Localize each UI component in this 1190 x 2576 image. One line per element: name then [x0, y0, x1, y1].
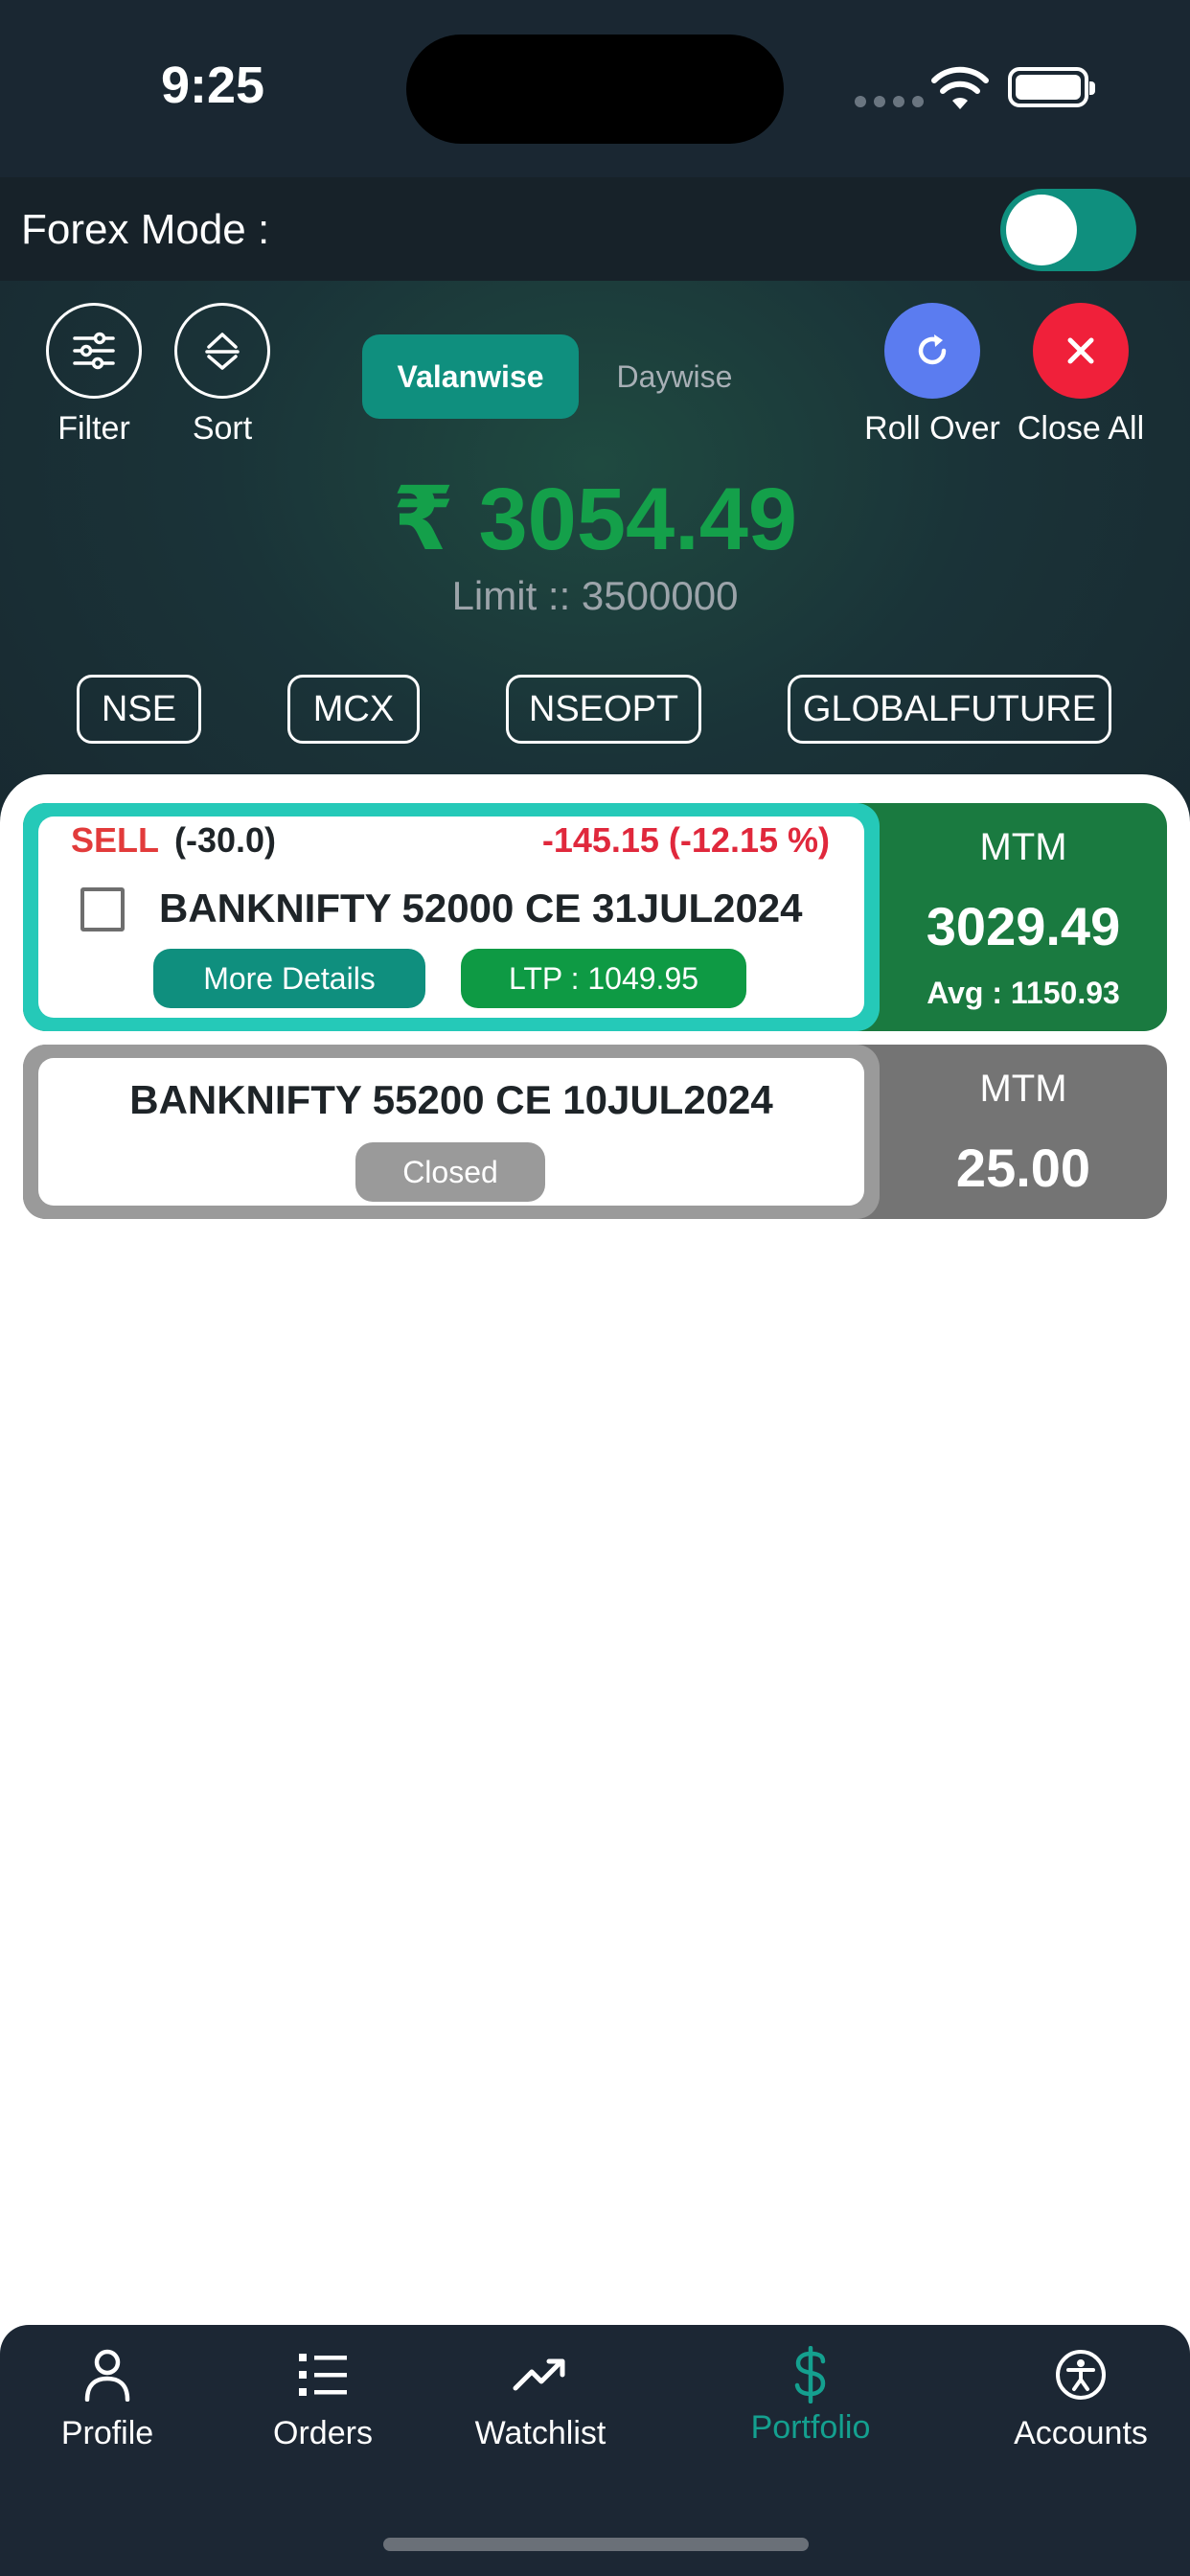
- closed-mtm-value: 25.00: [955, 1138, 1091, 1198]
- nav-label-orders: Orders: [273, 2415, 373, 2451]
- wifi-icon: [931, 66, 989, 109]
- nav-item-accounts[interactable]: Accounts: [985, 2344, 1177, 2469]
- cellular-signal-icon: [855, 96, 924, 107]
- trending-up-icon: [513, 2358, 565, 2391]
- filter-button[interactable]: [46, 303, 142, 399]
- tab-daywise[interactable]: Daywise: [594, 334, 755, 419]
- refresh-icon: [918, 334, 947, 365]
- position-qty: (-30.0): [174, 820, 277, 860]
- more-details-button[interactable]: More Details: [153, 949, 425, 1008]
- position-symbol: BANKNIFTY 52000 CE 31JUL2024: [159, 886, 803, 931]
- position-pnl: -145.15 (-12.15 %): [541, 820, 830, 860]
- sort-icon: [205, 333, 240, 370]
- exchange-chip-nseopt[interactable]: NSEOPT: [506, 675, 701, 744]
- roll-over-label: Roll Over: [864, 410, 1000, 447]
- nav-label-accounts: Accounts: [1014, 2415, 1148, 2451]
- forex-mode-bar: Forex Mode :: [0, 177, 1190, 281]
- dynamic-island: [406, 34, 784, 144]
- mtm-label: MTM: [979, 826, 1067, 868]
- close-all-button[interactable]: [1033, 303, 1129, 399]
- ltp-badge: LTP : 1049.95: [461, 949, 746, 1008]
- exchange-chip-globalfuture[interactable]: GLOBALFUTURE: [788, 675, 1111, 744]
- nav-item-watchlist[interactable]: Watchlist: [445, 2344, 636, 2469]
- status-time: 9:25: [161, 57, 265, 114]
- list-icon: [299, 2354, 347, 2396]
- tab-valanwise[interactable]: Valanwise: [362, 334, 579, 419]
- person-icon: [84, 2349, 130, 2402]
- battery-icon: [1008, 67, 1095, 107]
- nav-label-portfolio: Portfolio: [750, 2409, 871, 2446]
- closed-position-symbol: BANKNIFTY 55200 CE 10JUL2024: [129, 1077, 773, 1122]
- accessibility-icon: [1056, 2350, 1106, 2400]
- roll-over-button[interactable]: [884, 303, 980, 399]
- sliders-icon: [73, 332, 115, 370]
- portfolio-limit: Limit :: 3500000: [451, 573, 739, 618]
- sort-button[interactable]: [174, 303, 270, 399]
- nav-item-orders[interactable]: Orders: [227, 2344, 419, 2469]
- position-select-checkbox[interactable]: [80, 887, 125, 932]
- mtm-value: 3029.49: [926, 896, 1121, 956]
- portfolio-amount: ₹ 3054.49: [392, 471, 798, 568]
- status-bar: 9:25: [0, 0, 1190, 177]
- home-indicator[interactable]: [383, 2538, 809, 2551]
- nav-item-profile[interactable]: Profile: [11, 2344, 203, 2469]
- exchange-chip-nse[interactable]: NSE: [77, 675, 201, 744]
- forex-mode-label: Forex Mode :: [21, 206, 270, 253]
- closed-mtm-label: MTM: [979, 1068, 1067, 1110]
- toggle-knob: [1006, 195, 1077, 265]
- nav-label-watchlist: Watchlist: [474, 2415, 606, 2451]
- close-all-label: Close All: [1017, 410, 1145, 447]
- close-icon: [1067, 337, 1094, 364]
- nav-item-portfolio[interactable]: Portfolio: [715, 2344, 906, 2469]
- forex-mode-toggle[interactable]: [1000, 189, 1136, 271]
- avg-price: Avg : 1150.93: [927, 976, 1120, 1010]
- dollar-icon: [794, 2346, 826, 2404]
- sort-label: Sort: [192, 410, 253, 447]
- closed-status-badge: Closed: [355, 1142, 545, 1202]
- nav-label-profile: Profile: [60, 2415, 154, 2451]
- position-side: SELL: [71, 820, 160, 860]
- exchange-chip-mcx[interactable]: MCX: [287, 675, 420, 744]
